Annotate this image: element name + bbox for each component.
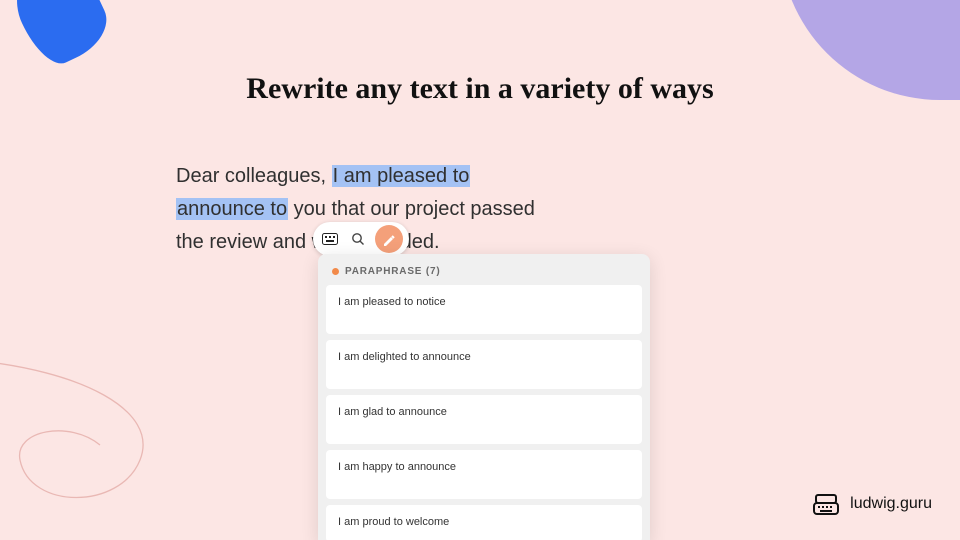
status-dot-icon: [332, 268, 339, 275]
brand-label: ludwig.guru: [850, 495, 932, 513]
paraphrase-option[interactable]: I am proud to welcome: [326, 505, 642, 540]
rewrite-icon[interactable]: [375, 225, 403, 253]
brand-mark[interactable]: ludwig.guru: [812, 490, 932, 518]
promo-stage: Rewrite any text in a variety of ways De…: [0, 0, 960, 540]
paraphrase-panel: PARAPHRASE (7) I am pleased to notice I …: [318, 254, 650, 540]
paraphrase-option[interactable]: I am delighted to announce: [326, 340, 642, 389]
search-icon[interactable]: [347, 228, 369, 250]
panel-header: PARAPHRASE (7): [326, 262, 642, 285]
paraphrase-option[interactable]: I am glad to announce: [326, 395, 642, 444]
paraphrase-option[interactable]: I am happy to announce: [326, 450, 642, 499]
highlighted-phrase-2[interactable]: announce to: [176, 198, 288, 220]
inline-toolbar: [313, 222, 409, 256]
decor-swirl: [0, 350, 260, 540]
paraphrase-option[interactable]: I am pleased to notice: [326, 285, 642, 334]
headline: Rewrite any text in a variety of ways: [0, 72, 960, 106]
keyboard-icon[interactable]: [319, 228, 341, 250]
highlighted-phrase-1[interactable]: I am pleased to: [332, 165, 471, 187]
decor-blue-blob: [3, 0, 118, 72]
text-pre: Dear colleagues,: [176, 165, 332, 187]
panel-title: PARAPHRASE (7): [345, 266, 440, 277]
text-mid: you that our project passed: [288, 198, 535, 220]
typewriter-icon: [812, 490, 840, 518]
sample-text[interactable]: Dear colleagues, I am pleased to announc…: [176, 160, 736, 259]
